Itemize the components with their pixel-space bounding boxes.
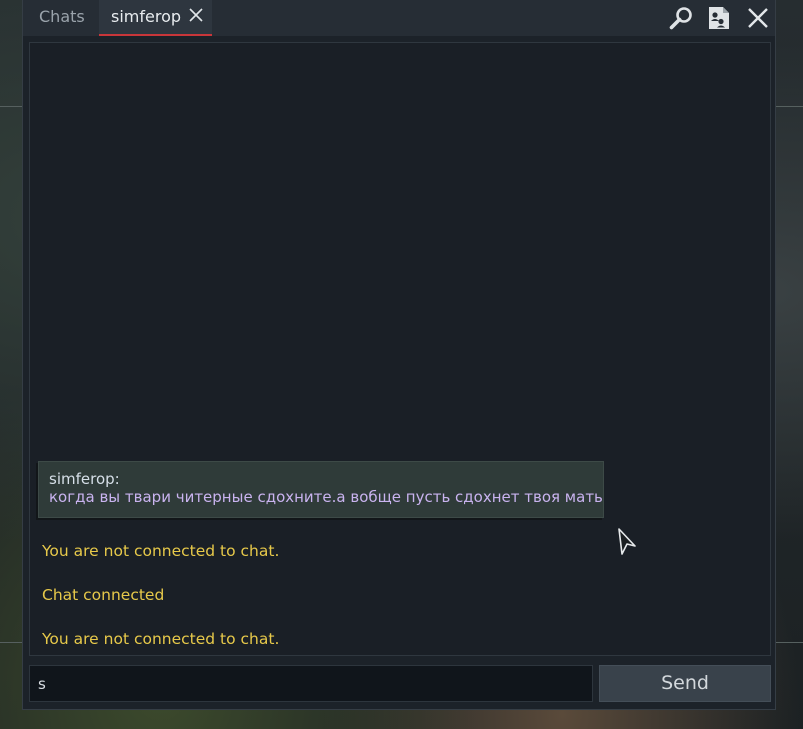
chat-log[interactable]: simferop: когда вы твари читерные сдохни… — [29, 42, 771, 656]
chat-message: simferop: когда вы твари читерные сдохни… — [38, 461, 604, 518]
tab-chats[interactable]: Chats — [39, 0, 85, 36]
tab-simferop-label: simferop — [111, 7, 182, 26]
tab-simferop[interactable]: simferop — [99, 0, 212, 36]
tab-bar: Chats simferop — [23, 0, 775, 36]
close-icon[interactable] — [745, 5, 771, 31]
background-divider-bottom-left — [0, 642, 22, 643]
chat-window: Chats simferop simferop: когда вы твари … — [22, 0, 776, 710]
mouse-cursor-icon — [618, 528, 636, 555]
system-message: You are not connected to chat. — [42, 542, 280, 560]
background-divider-bottom-right — [776, 642, 803, 643]
tab-close-icon[interactable] — [188, 7, 204, 23]
contacts-icon[interactable] — [706, 5, 732, 31]
send-button[interactable]: Send — [599, 665, 771, 702]
message-input[interactable] — [29, 665, 593, 702]
system-message: Chat connected — [42, 586, 165, 604]
system-message: You are not connected to chat. — [42, 630, 280, 648]
message-author: simferop: — [49, 470, 120, 488]
background-divider-right — [776, 106, 803, 107]
background-divider-left — [0, 106, 22, 107]
search-icon[interactable] — [668, 5, 694, 31]
message-text: когда вы твари читерные сдохните.а вобще… — [49, 488, 603, 506]
